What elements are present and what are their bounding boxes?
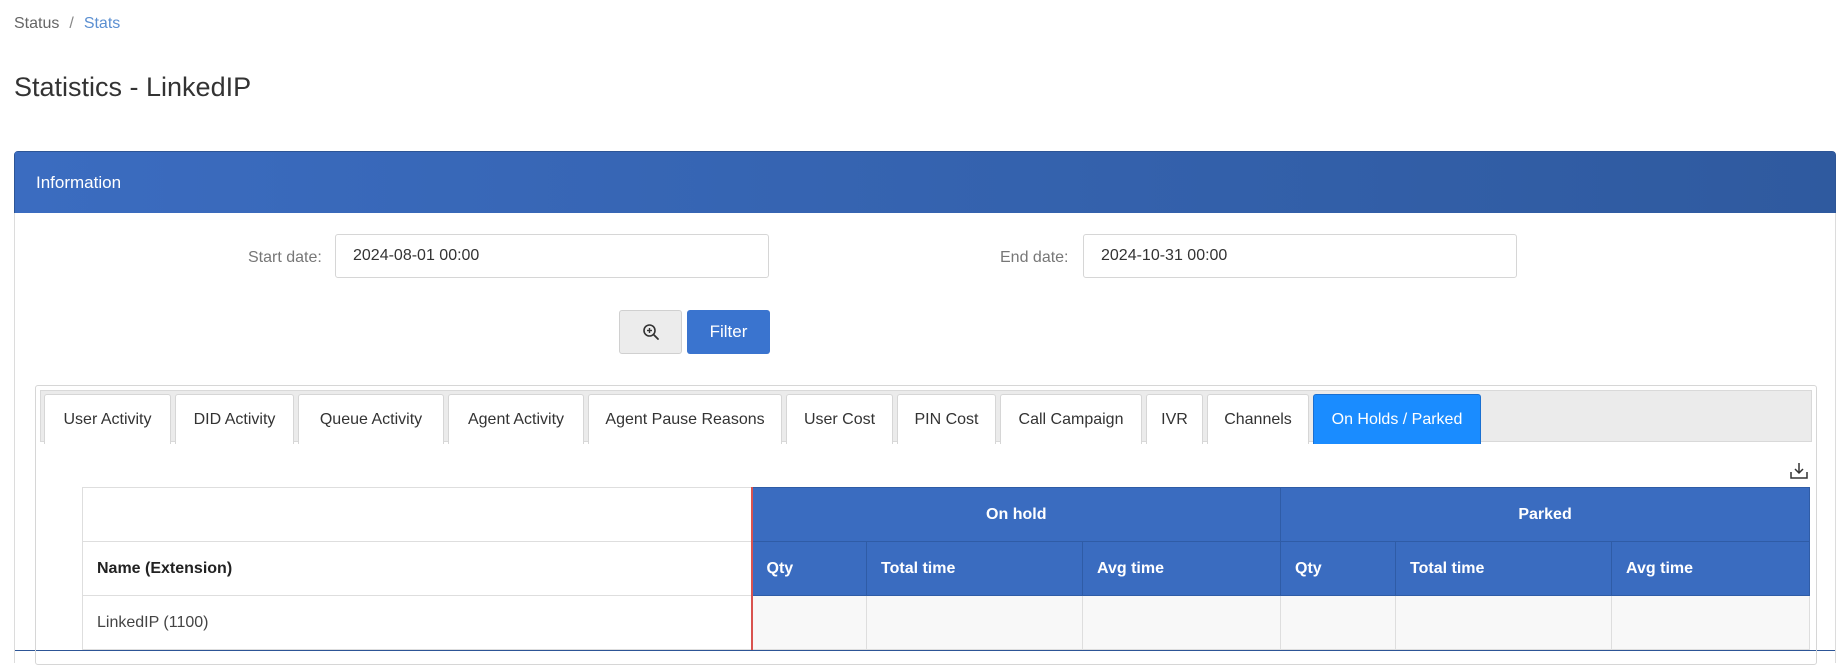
page-title: Statistics - LinkedIP	[14, 72, 252, 102]
table-row: LinkedIP (1100)	[82, 595, 1811, 650]
group-header-on-hold: On hold	[750, 487, 1282, 542]
tab-on-holds-parked[interactable]: On Holds / Parked	[1313, 394, 1481, 444]
tab-user-activity[interactable]: User Activity	[44, 394, 171, 444]
panel-body: Start date: End date: Filter User Activi…	[14, 213, 1836, 665]
stats-table: On hold Parked Name (Extension) Qty Tota…	[82, 487, 1811, 650]
parked-avg-cell	[1611, 595, 1811, 650]
table-corner-cell	[82, 487, 752, 542]
tabs-container: User Activity DID Activity Queue Activit…	[35, 385, 1817, 665]
panel-title: Information	[36, 172, 122, 192]
onhold-qty-cell	[750, 595, 867, 650]
start-date-label: Start date:	[248, 249, 322, 266]
filter-button[interactable]: Filter	[687, 310, 770, 354]
column-header-onhold-qty[interactable]: Qty	[750, 541, 867, 596]
column-header-parked-avg[interactable]: Avg time	[1611, 541, 1811, 596]
group-header-parked: Parked	[1280, 487, 1811, 542]
tab-call-campaign[interactable]: Call Campaign	[1000, 394, 1142, 444]
breadcrumb-status[interactable]: Status	[14, 15, 59, 32]
table-group-header-row: On hold Parked	[82, 487, 1811, 542]
column-header-parked-total[interactable]: Total time	[1395, 541, 1613, 596]
parked-qty-cell	[1280, 595, 1397, 650]
table-header-row: Name (Extension) Qty Total time Avg time…	[82, 541, 1811, 596]
column-header-name[interactable]: Name (Extension)	[82, 541, 752, 596]
column-header-onhold-avg[interactable]: Avg time	[1081, 541, 1282, 596]
zoom-in-icon	[642, 324, 659, 340]
breadcrumb-separator: /	[69, 15, 74, 32]
tab-queue-activity[interactable]: Queue Activity	[298, 394, 444, 444]
download-icon[interactable]	[1788, 460, 1810, 482]
tab-ivr[interactable]: IVR	[1146, 394, 1203, 444]
tab-agent-activity[interactable]: Agent Activity	[448, 394, 584, 444]
panel-header: Information	[15, 152, 1835, 213]
tab-user-cost[interactable]: User Cost	[786, 394, 893, 444]
tab-did-activity[interactable]: DID Activity	[175, 394, 294, 444]
zoom-button[interactable]	[619, 310, 682, 354]
start-date-input[interactable]	[335, 234, 769, 278]
column-header-onhold-total[interactable]: Total time	[866, 541, 1083, 596]
column-header-parked-qty[interactable]: Qty	[1280, 541, 1397, 596]
end-date-label: End date:	[1000, 249, 1069, 266]
tab-pin-cost[interactable]: PIN Cost	[897, 394, 996, 444]
end-date-input[interactable]	[1083, 234, 1517, 278]
information-panel: Information Start date: End date: Filter…	[14, 151, 1836, 665]
parked-total-cell	[1395, 595, 1613, 650]
onhold-total-cell	[866, 595, 1083, 650]
breadcrumb: Status / Stats	[14, 15, 120, 33]
onhold-avg-cell	[1081, 595, 1282, 650]
tab-agent-pause-reasons[interactable]: Agent Pause Reasons	[588, 394, 782, 444]
row-name-cell: LinkedIP (1100)	[82, 595, 752, 650]
breadcrumb-stats[interactable]: Stats	[84, 15, 120, 32]
tab-bar: User Activity DID Activity Queue Activit…	[40, 390, 1812, 444]
tab-channels[interactable]: Channels	[1207, 394, 1309, 444]
